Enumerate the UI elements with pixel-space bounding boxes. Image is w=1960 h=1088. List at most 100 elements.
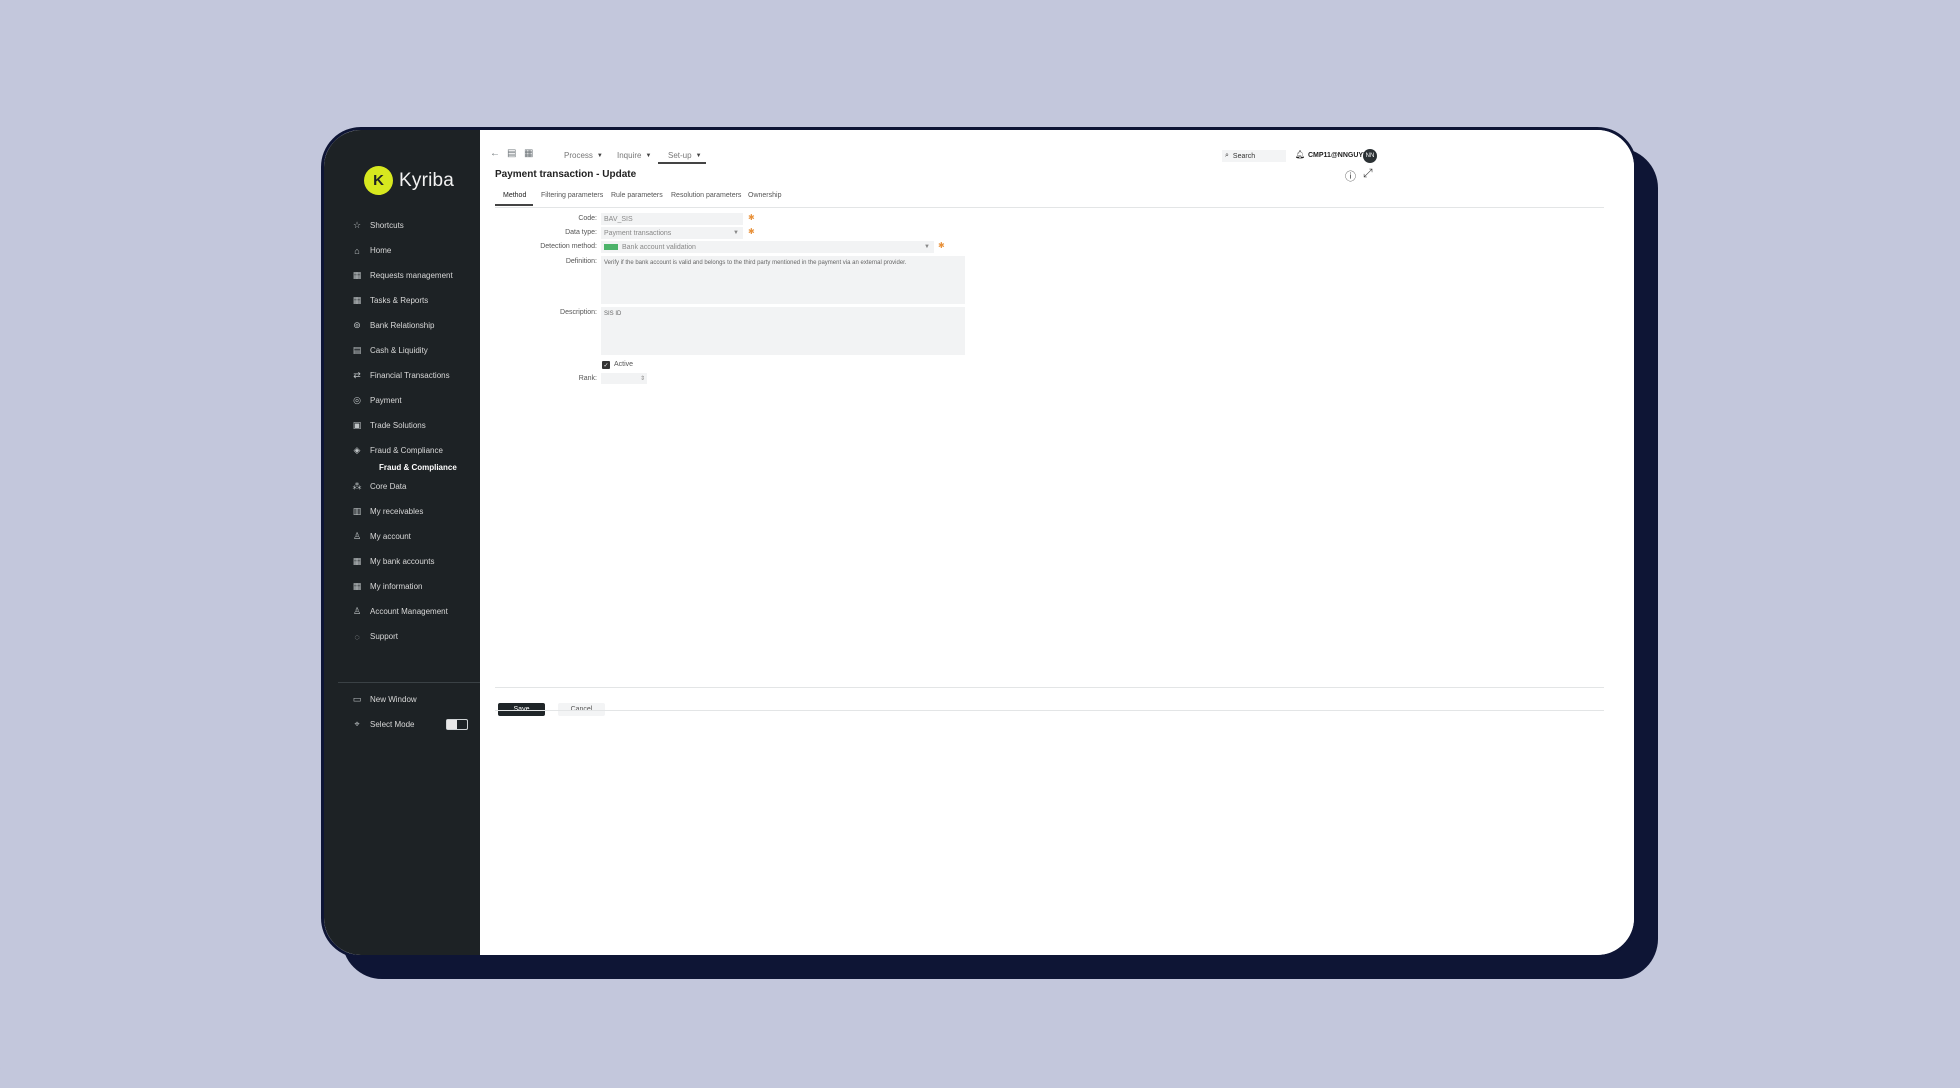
- sidebar-nav: ☆ Shortcuts ⌂ Home ▦ Requests management ▦ T…: [324, 213, 480, 649]
- sidebar-item-label: My receivables: [370, 507, 424, 516]
- document-icon: ▣: [352, 420, 362, 430]
- shield-icon: ◈: [353, 445, 361, 455]
- required-marker: ✱: [938, 241, 945, 250]
- calendar-icon: ▦: [352, 295, 362, 305]
- caret-down-icon: ▼: [596, 152, 603, 159]
- required-marker: ✱: [748, 213, 755, 222]
- support-icon: ◌: [354, 631, 360, 642]
- sidebar-item-label: Requests management: [370, 271, 453, 280]
- sidebar-item-label: Fraud & Compliance: [370, 446, 443, 455]
- sidebar-item-my-information[interactable]: ▦ My information: [324, 574, 480, 599]
- sidebar-item-label: Financial Transactions: [370, 371, 450, 380]
- sidebar-item-my-bank-accounts[interactable]: ▦ My bank accounts: [324, 549, 480, 574]
- tab-method[interactable]: Method: [503, 192, 526, 199]
- sidebar-item-new-window[interactable]: ▭ New Window: [324, 687, 480, 712]
- grid-view-icon[interactable]: ▦: [524, 148, 533, 159]
- sidebar-item-requests-management[interactable]: ▦ Requests management: [324, 263, 480, 288]
- sidebar-item-shortcuts[interactable]: ☆ Shortcuts: [324, 213, 480, 238]
- sidebar-item-label: Payment: [370, 396, 402, 405]
- sidebar-item-select-mode[interactable]: ⌖ Select Mode: [324, 712, 480, 737]
- tab-rule-parameters[interactable]: Rule parameters: [611, 192, 663, 199]
- tab-filtering-parameters[interactable]: Filtering parameters: [541, 192, 603, 199]
- back-arrow-icon[interactable]: ←: [490, 148, 500, 159]
- detection-method-value: Bank account validation: [622, 243, 696, 251]
- data-type-select[interactable]: Payment transactions ▼: [601, 227, 743, 239]
- sidebar-item-trade-solutions[interactable]: ▣ Trade Solutions: [324, 413, 480, 438]
- sidebar-item-label: New Window: [370, 695, 417, 704]
- sidebar-item-core-data[interactable]: ⁂ Core Data: [324, 474, 480, 499]
- tab-resolution-parameters[interactable]: Resolution parameters: [671, 192, 741, 199]
- transfer-icon: ⇄: [353, 370, 361, 380]
- sidebar-item-my-account[interactable]: ♙ My account: [324, 524, 480, 549]
- detection-method-label: Detection method:: [540, 243, 597, 250]
- grid-icon: ▦: [352, 581, 362, 591]
- select-mode-toggle[interactable]: [446, 719, 468, 730]
- sidebar-item-payment[interactable]: ◎ Payment: [324, 388, 480, 413]
- hierarchy-icon: ⁂: [352, 481, 362, 491]
- user-icon: ♙: [352, 606, 362, 616]
- menu-label: Set-up: [668, 151, 692, 160]
- main-content: ← ▤ ▦ Process ▼ Inquire ▼ Set-up ▼ ⌕ Search…: [480, 130, 1634, 955]
- bell-icon[interactable]: 🔔︎: [1295, 150, 1305, 159]
- home-icon: ⌂: [354, 245, 360, 256]
- sidebar-item-label: Trade Solutions: [370, 421, 426, 430]
- detection-method-select[interactable]: Bank account validation ▼: [601, 241, 934, 253]
- help-icon[interactable]: ⓘ: [1345, 168, 1356, 184]
- stepper-arrows-icon: ⇕: [639, 376, 645, 382]
- menu-setup[interactable]: Set-up ▼: [668, 151, 702, 160]
- code-field[interactable]: BAV_SIS: [601, 213, 743, 225]
- code-value: BAV_SIS: [604, 215, 633, 223]
- footer-divider: [495, 710, 1604, 711]
- search-input[interactable]: ⌕ Search: [1222, 150, 1286, 162]
- sidebar: K Kyriba ☆ Shortcuts ⌂ Home ▦ Requests mana…: [324, 130, 480, 955]
- rank-label: Rank:: [578, 375, 597, 382]
- avatar[interactable]: NN: [1363, 149, 1377, 163]
- sidebar-item-cash-liquidity[interactable]: ▤ Cash & Liquidity: [324, 338, 480, 363]
- active-checkbox[interactable]: ✓: [602, 361, 610, 369]
- expand-icon[interactable]: ⤢: [1363, 166, 1373, 181]
- sidebar-item-label: Select Mode: [370, 720, 415, 729]
- description-textarea[interactable]: SIS ID: [601, 307, 965, 355]
- sidebar-item-account-management[interactable]: ♙ Account Management: [324, 599, 480, 624]
- cash-icon: ▤: [352, 345, 362, 355]
- active-label: Active: [614, 361, 634, 368]
- sidebar-item-label: Bank Relationship: [370, 321, 435, 330]
- footer-divider: [495, 687, 1604, 688]
- sidebar-item-label: Account Management: [370, 607, 448, 616]
- chevron-down-icon: ▼: [733, 230, 739, 236]
- sidebar-bottom: ▭ New Window ⌖ Select Mode: [324, 687, 480, 737]
- bank-icon: ⊚: [353, 320, 361, 330]
- sidebar-item-home[interactable]: ⌂ Home: [324, 238, 480, 263]
- user-icon: ♙: [352, 531, 362, 541]
- data-type-label: Data type:: [565, 229, 597, 236]
- rank-stepper[interactable]: ⇕: [601, 373, 647, 384]
- search-placeholder: Search: [1232, 152, 1256, 160]
- definition-textarea[interactable]: Verify if the bank account is valid and …: [601, 256, 965, 304]
- grid-icon: ▦: [352, 556, 362, 566]
- menu-label: Process: [564, 151, 593, 160]
- sidebar-item-my-receivables[interactable]: ▥ My receivables: [324, 499, 480, 524]
- menu-process[interactable]: Process ▼: [564, 151, 603, 160]
- description-label: Description:: [560, 309, 597, 316]
- sidebar-item-label: My information: [370, 582, 423, 591]
- receivables-icon: ▥: [352, 506, 362, 516]
- sidebar-item-tasks-reports[interactable]: ▦ Tasks & Reports: [324, 288, 480, 313]
- active-menu-indicator: [658, 162, 706, 164]
- caret-down-icon: ▼: [645, 152, 652, 159]
- list-view-icon[interactable]: ▤: [507, 148, 516, 159]
- tab-ownership[interactable]: Ownership: [748, 192, 781, 199]
- sidebar-item-label: Home: [370, 246, 392, 255]
- topbar: ← ▤ ▦ Process ▼ Inquire ▼ Set-up ▼ ⌕ Search…: [480, 148, 1634, 172]
- required-marker: ✱: [748, 227, 755, 236]
- sidebar-item-support[interactable]: ◌ Support: [324, 624, 480, 649]
- sidebar-item-label: Core Data: [370, 482, 407, 491]
- window-icon: ▭: [352, 694, 362, 704]
- brand-name: Kyriba: [399, 169, 455, 191]
- code-label: Code:: [578, 215, 597, 222]
- menu-inquire[interactable]: Inquire ▼: [617, 151, 651, 160]
- search-icon: ⌕: [1225, 152, 1229, 159]
- sidebar-item-bank-relationship[interactable]: ⊚ Bank Relationship: [324, 313, 480, 338]
- chevron-down-icon: ▼: [924, 244, 930, 250]
- sidebar-item-financial-transactions[interactable]: ⇄ Financial Transactions: [324, 363, 480, 388]
- kyriba-logo: K Kyriba: [364, 166, 454, 195]
